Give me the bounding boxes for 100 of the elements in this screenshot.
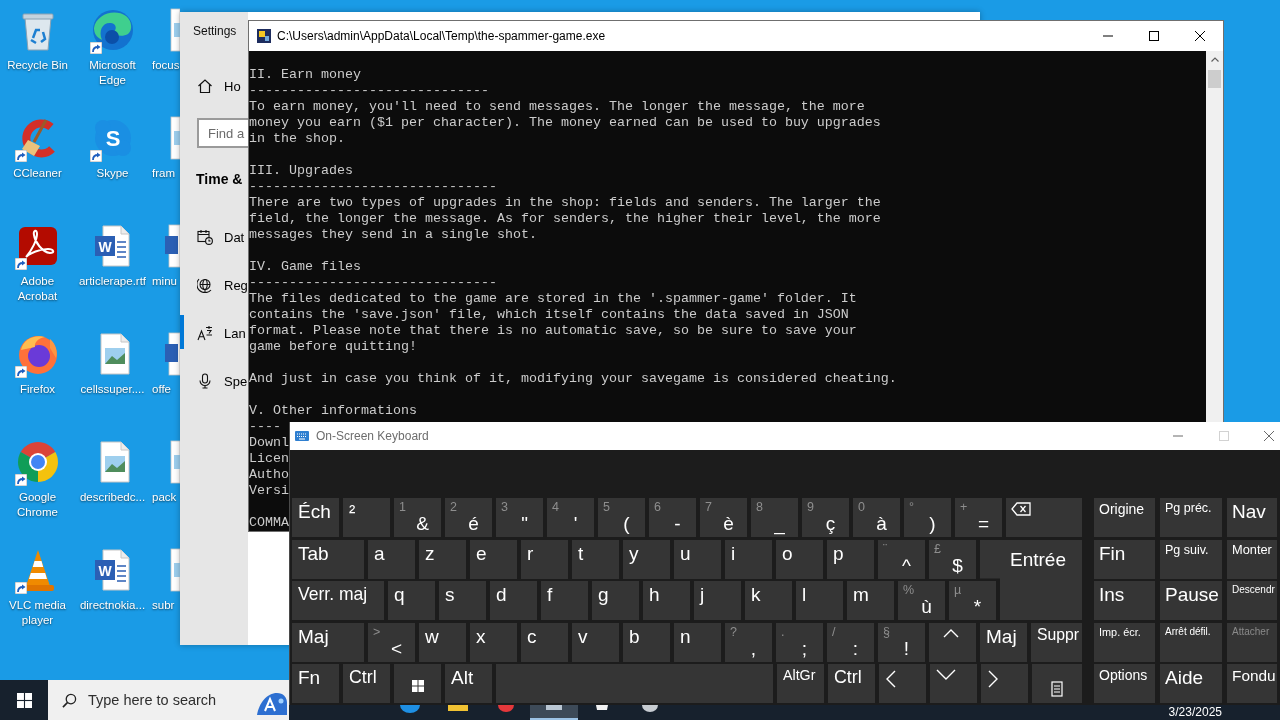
keyboard-key[interactable]: u: [674, 539, 721, 579]
file-icon[interactable]: [165, 224, 180, 268]
keyboard-key[interactable]: [1032, 664, 1082, 703]
keyboard-key[interactable]: Entrée: [980, 539, 1082, 620]
keyboard-key[interactable]: i: [725, 539, 772, 579]
console-paragraph: Downl Licen Autho Versi: [249, 435, 289, 499]
nav-item[interactable]: Spe: [180, 357, 248, 405]
keyboard-key[interactable]: 5 (: [598, 498, 645, 537]
taskbar-button[interactable]: [530, 705, 578, 720]
caret-up-icon[interactable]: [1210, 57, 1219, 62]
keyboard-key[interactable]: v: [572, 622, 619, 662]
keyboard-key[interactable]: Descendr: [1227, 581, 1277, 620]
keyboard-key[interactable]: Ctrl: [343, 664, 390, 703]
keyboard-key[interactable]: n: [674, 622, 721, 662]
keyboard-key[interactable]: ° ): [904, 498, 951, 537]
keyboard-key[interactable]: ? ,: [725, 622, 772, 662]
keyboard-key[interactable]: Tab: [292, 539, 364, 579]
keyboard-key[interactable]: Pg préc.: [1160, 498, 1222, 537]
keyboard-key[interactable]: 2 é: [445, 498, 492, 537]
keyboard-key[interactable]: 6 -: [649, 498, 696, 537]
keyboard-key[interactable]: [394, 664, 441, 703]
keyboard-key[interactable]: Maj: [980, 622, 1027, 662]
keyboard-key[interactable]: 4 ': [547, 498, 594, 537]
keyboard-key[interactable]: 3 ": [496, 498, 543, 537]
keyboard-key[interactable]: w: [419, 622, 466, 662]
search-icon: [62, 692, 77, 708]
keyboard-key[interactable]: r: [521, 539, 568, 579]
keyboard-key[interactable]: z: [419, 539, 466, 579]
nav-item[interactable]: Reg: [180, 261, 248, 309]
keyboard-key[interactable]: e: [470, 539, 517, 579]
keyboard-key[interactable]: Ctrl: [828, 664, 875, 703]
keyboard-key[interactable]: d: [490, 581, 537, 620]
keyboard-key[interactable]: Alt: [445, 664, 492, 703]
keyboard-key[interactable]: 1 &: [394, 498, 441, 537]
keyboard-key[interactable]: + =: [955, 498, 1002, 537]
keyboard-key[interactable]: c: [521, 622, 568, 662]
keyboard-key[interactable]: § !: [878, 622, 925, 662]
keyboard-key[interactable]: Maj: [292, 622, 364, 662]
keyboard-key[interactable]: [1006, 498, 1082, 537]
keyboard-key[interactable]: % ù: [898, 581, 945, 620]
keyboard-key[interactable]: Verr. maj: [292, 581, 384, 620]
keyboard-key[interactable]: Fn: [292, 664, 339, 703]
keyboard-key[interactable]: Fondu: [1227, 664, 1277, 703]
nav-item[interactable]: Ho: [180, 70, 248, 102]
folder-icon[interactable]: [446, 705, 470, 713]
keyboard-key[interactable]: Ins: [1094, 581, 1155, 620]
window-title: C:\Users\admin\AppData\Local\Temp\the-spammer-game.exe: [277, 29, 606, 43]
keyboard-key[interactable]: x: [470, 622, 517, 662]
keyboard-key[interactable]: Origine: [1094, 498, 1155, 537]
search-box[interactable]: Type here to search: [48, 680, 289, 720]
keyboard-key[interactable]: µ *: [949, 581, 996, 620]
keyboard-key[interactable]: f: [541, 581, 588, 620]
keyboard-key[interactable]: g: [592, 581, 639, 620]
keyboard-key[interactable]: t: [572, 539, 619, 579]
keyboard-key[interactable]: y: [623, 539, 670, 579]
keyboard-key[interactable]: £ $: [929, 539, 976, 579]
keyboard-key[interactable]: 8 _: [751, 498, 798, 537]
keyboard-key[interactable]: Pause: [1160, 581, 1222, 620]
section-heading: IV. Game files: [249, 259, 361, 275]
keyboard-key[interactable]: Monter: [1227, 539, 1277, 579]
date-text[interactable]: 3/23/2025: [1168, 705, 1222, 720]
keyboard-key[interactable]: 0 à: [853, 498, 900, 537]
keyboard-key[interactable]: k: [745, 581, 792, 620]
keyboard-key[interactable]: / :: [827, 622, 874, 662]
keyboard-key[interactable]: [929, 622, 976, 662]
keyboard-key[interactable]: Nav: [1227, 498, 1277, 537]
nav-item[interactable]: Dat: [180, 213, 248, 261]
keyboard-key[interactable]: 7 è: [700, 498, 747, 537]
keyboard-key[interactable]: q: [388, 581, 435, 620]
keyboard-key[interactable]: Pg suiv.: [1160, 539, 1222, 579]
keyboard-key[interactable]: s: [439, 581, 486, 620]
scrollbar-thumb[interactable]: [1208, 70, 1221, 88]
nav-item[interactable]: Lan: [180, 309, 248, 357]
keyboard-key[interactable]: j: [694, 581, 741, 620]
keyboard-key[interactable]: . ;: [776, 622, 823, 662]
keyboard-key[interactable]: Éch: [292, 498, 339, 537]
keyboard-key[interactable]: o: [776, 539, 823, 579]
keyboard-key[interactable]: Suppr: [1031, 622, 1082, 662]
keyboard-key[interactable]: h: [643, 581, 690, 620]
keyboard-key[interactable]: p: [827, 539, 874, 579]
keyboard-key[interactable]: 9 ç: [802, 498, 849, 537]
keyboard-key[interactable]: > <: [368, 622, 415, 662]
keyboard-key[interactable]: m: [847, 581, 894, 620]
keyboard-key[interactable]: ¨ ^: [878, 539, 925, 579]
section-heading: III. Upgrades: [249, 163, 353, 179]
keyboard-key[interactable]: Options: [1094, 664, 1155, 703]
keyboard-key[interactable]: Imp. écr.: [1094, 622, 1155, 662]
keyboard-key[interactable]: Aide: [1160, 664, 1222, 703]
round-icon[interactable]: [398, 705, 422, 713]
keyboard-key[interactable]: AltGr: [777, 664, 824, 703]
keyboard-key[interactable]: l: [796, 581, 843, 620]
dash-line: ------------------------------: [249, 83, 489, 99]
file-icon[interactable]: [165, 332, 180, 376]
keyboard-key[interactable]: Arrêt défil.: [1160, 622, 1222, 662]
keyboard-key[interactable]: a: [368, 539, 415, 579]
dash-line: -------------------------------: [249, 275, 497, 291]
keyboard-key[interactable]: b: [623, 622, 670, 662]
keyboard-key[interactable]: Fin: [1094, 539, 1155, 579]
search-field[interactable]: Find a: [197, 118, 248, 148]
keyboard-key[interactable]: ²: [343, 498, 390, 537]
